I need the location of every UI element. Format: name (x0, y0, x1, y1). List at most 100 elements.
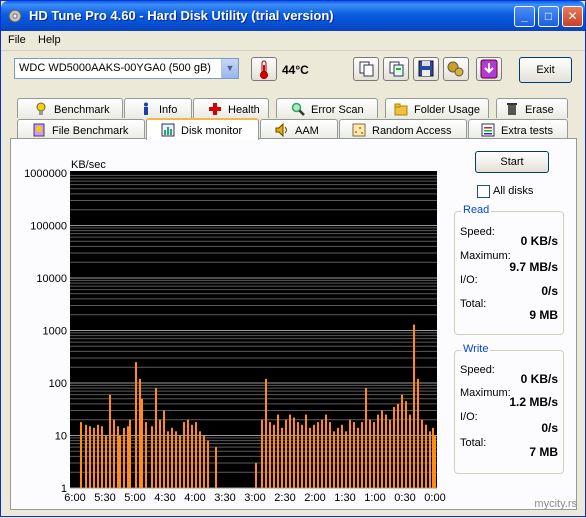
write-total-row: Total: 7 MB (460, 437, 558, 459)
read-speed-label: Speed: (460, 226, 495, 238)
chart-bar (341, 424, 343, 488)
x-tick-label: 2:30 (274, 492, 295, 504)
x-tick-labels: 6:00 5:30 5:00 4:30 4:00 3:30 3:00 2:30 2:00 1:30… (64, 492, 445, 504)
write-speed-row: Speed: 0 KB/s (460, 364, 558, 386)
chart-bar (405, 401, 407, 488)
chart-bar (301, 424, 303, 488)
x-tick-label: 3:00 (244, 492, 265, 504)
chart-bar (141, 398, 143, 488)
chart-bar (361, 422, 363, 488)
chart-bar (401, 394, 403, 488)
chart-bar (329, 422, 331, 488)
start-button[interactable]: Start (475, 151, 549, 173)
x-tick-label: 1:30 (334, 492, 355, 504)
write-speed-label: Speed: (460, 364, 495, 376)
y-tick-label: 100000 (30, 221, 67, 233)
chart-bar (119, 435, 121, 488)
chart-bar (135, 362, 137, 488)
write-max-label: Maximum: (460, 387, 511, 399)
y-tick-label: 100 (49, 378, 67, 390)
write-total-label: Total: (460, 437, 487, 449)
y-axis-label: KB/sec (71, 159, 106, 171)
write-max-value: 1.2 MB/s (509, 395, 558, 409)
tab-disk-monitor[interactable]: Disk monitor (146, 118, 259, 140)
chart-bar (117, 426, 119, 488)
x-tick-label: 5:00 (124, 492, 145, 504)
x-tick-label: 4:00 (184, 492, 205, 504)
chart-bar (269, 422, 271, 488)
read-max-label: Maximum: (460, 250, 511, 262)
chart-bar (285, 419, 287, 488)
chart-bar (425, 424, 427, 488)
read-group-title: Read (461, 204, 492, 216)
chart-bar (179, 435, 181, 488)
read-group: Read Speed: 0 KB/s Maximum: 9.7 MB/s I/O: 0… (454, 204, 564, 335)
read-total-label: Total: (460, 298, 487, 310)
chart-bar (349, 419, 351, 488)
chart-bar (109, 394, 111, 488)
write-total-value: 7 MB (529, 445, 558, 459)
all-disks-checkbox[interactable] (477, 185, 490, 198)
x-tick-label: 0:30 (394, 492, 415, 504)
read-io-value: 0/s (541, 284, 558, 298)
chart-bar (127, 426, 129, 488)
chart-bar (97, 424, 99, 488)
chart-bar (353, 422, 355, 488)
chart-bar (129, 419, 131, 488)
chart-bar (381, 410, 383, 488)
write-speed-value: 0 KB/s (520, 372, 558, 386)
chart-bar (333, 431, 335, 488)
chart-bar (434, 435, 436, 488)
read-max-row: Maximum: 9.7 MB/s (460, 250, 558, 274)
all-disks-label: All disks (493, 185, 534, 197)
chart-bar (421, 419, 423, 488)
chart-bar (105, 435, 107, 488)
chart-bar (317, 422, 319, 488)
chart-bar (313, 424, 315, 488)
x-tick-label: 3:30 (214, 492, 235, 504)
chart-bar (393, 406, 395, 488)
chart-bar (93, 427, 95, 488)
write-io-row: I/O: 0/s (460, 411, 558, 435)
write-io-value: 0/s (541, 421, 558, 435)
read-io-label: I/O: (460, 274, 478, 286)
chart-bar (151, 426, 153, 488)
read-total-value: 9 MB (529, 308, 558, 322)
y-tick-label: 10000 (36, 273, 67, 285)
read-speed-value: 0 KB/s (520, 234, 558, 248)
chart-bar (389, 419, 391, 488)
chart-bar (85, 424, 87, 488)
chart-bar (409, 414, 411, 488)
chart-bar (159, 419, 161, 488)
chart-bar (255, 462, 257, 488)
chart-bar (187, 419, 189, 488)
chart-bar (89, 426, 91, 488)
chart-bar (365, 388, 367, 488)
x-tick-label: 0:00 (424, 492, 445, 504)
x-tick-label: 1:00 (364, 492, 385, 504)
chart-bar (432, 427, 434, 488)
chart-bar (203, 435, 205, 488)
chart-bar (183, 422, 185, 488)
chart-bar (309, 427, 311, 488)
chart-bar (101, 426, 103, 488)
chart-bar (277, 414, 279, 488)
x-tick-label: 6:00 (64, 492, 85, 504)
chart-bar (417, 378, 419, 488)
x-tick-label: 2:00 (304, 492, 325, 504)
chart-bar (191, 424, 193, 488)
read-io-row: I/O: 0/s (460, 274, 558, 298)
chart-bar (293, 417, 295, 488)
x-tick-label: 5:30 (94, 492, 115, 504)
chart-bar (369, 419, 371, 488)
y-tick-label: 1000000 (24, 168, 67, 180)
chart-bar (199, 431, 201, 488)
chart-bar (321, 419, 323, 488)
chart-bar (397, 403, 399, 488)
write-group-title: Write (461, 343, 491, 355)
write-io-label: I/O: (460, 411, 478, 423)
chart-bar (261, 419, 263, 488)
chart-bar (429, 431, 431, 488)
chart-bar (207, 440, 209, 488)
chart-bar (139, 378, 141, 488)
